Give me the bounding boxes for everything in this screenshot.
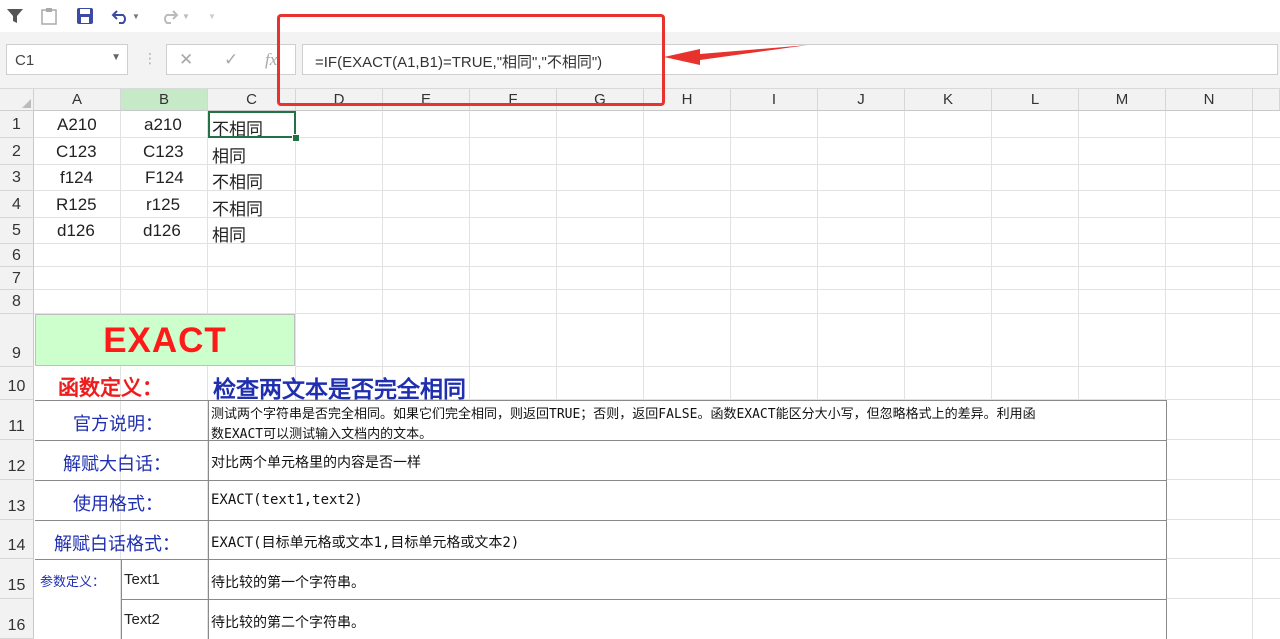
annotation-arrow-icon (664, 45, 808, 65)
save-icon[interactable] (74, 5, 96, 27)
cell-a4[interactable]: R125 (56, 195, 97, 215)
cell-a3[interactable]: f124 (60, 168, 93, 188)
row-header-1[interactable]: 1 (0, 111, 34, 138)
row-header-11[interactable]: 11 (0, 400, 34, 440)
row-header-7[interactable]: 7 (0, 267, 34, 290)
column-header-i[interactable]: I (731, 89, 818, 111)
insert-function-icon[interactable]: fx (265, 50, 277, 70)
plain-format-label: 解赋白话格式： (54, 534, 180, 555)
official-label: 官方说明： (73, 414, 163, 435)
plain-format-value: EXACT(目标单元格或文本1,目标单元格或文本2) (211, 535, 520, 551)
row-header-10[interactable]: 10 (0, 367, 34, 400)
usage-label: 使用格式： (73, 494, 163, 515)
column-header-b[interactable]: B (121, 89, 208, 111)
row-header-8[interactable]: 8 (0, 290, 34, 314)
cell-a2[interactable]: C123 (56, 142, 97, 162)
filter-icon[interactable] (4, 5, 26, 27)
active-cell-border (208, 111, 296, 138)
param2-name: Text2 (124, 611, 160, 628)
customize-toolbar-icon[interactable]: ▼ (206, 5, 218, 27)
column-header-n[interactable]: N (1166, 89, 1253, 111)
column-header-partial[interactable] (1253, 89, 1280, 111)
param1-name: Text1 (124, 571, 160, 588)
plain-label: 解赋大白话： (63, 454, 171, 475)
cell-c5[interactable]: 相同 (212, 221, 246, 246)
row-header-14[interactable]: 14 (0, 520, 34, 559)
column-header-a[interactable]: A (34, 89, 121, 111)
cell-b2[interactable]: C123 (143, 142, 184, 162)
column-header-k[interactable]: K (905, 89, 992, 111)
definition-label: 函数定义： (58, 376, 163, 400)
row-header-4[interactable]: 4 (0, 191, 34, 218)
column-header-j[interactable]: J (818, 89, 905, 111)
usage-value: EXACT(text1,text2) (211, 492, 363, 508)
param1-desc: 待比较的第一个字符串。 (211, 575, 365, 591)
exact-banner-text: EXACT (103, 321, 227, 360)
row-header-2[interactable]: 2 (0, 138, 34, 165)
select-all-corner[interactable] (0, 89, 34, 111)
chevron-down-icon[interactable]: ▼ (111, 52, 121, 63)
paste-icon[interactable] (38, 5, 60, 27)
row-header-6[interactable]: 6 (0, 244, 34, 267)
redo-icon[interactable] (158, 5, 180, 27)
definition-value: 检查两文本是否完全相同 (213, 377, 466, 403)
more-icon[interactable]: ⋮ (143, 50, 157, 67)
confirm-icon[interactable]: ✓ (224, 50, 238, 70)
row-header-15[interactable]: 15 (0, 559, 34, 599)
cell-b3[interactable]: F124 (145, 168, 184, 188)
official-line-2: 数EXACT可以测试输入文档内的文本。 (211, 427, 433, 442)
plain-value: 对比两个单元格里的内容是否一样 (211, 455, 421, 471)
column-header-m[interactable]: M (1079, 89, 1166, 111)
row-header-16[interactable]: 16 (0, 599, 34, 639)
name-box-value: C1 (15, 52, 35, 69)
cell-a1[interactable]: A210 (57, 115, 97, 135)
row-header-9[interactable]: 9 (0, 314, 34, 367)
undo-icon[interactable] (110, 5, 132, 27)
row-header-5[interactable]: 5 (0, 218, 34, 244)
cell-b4[interactable]: r125 (146, 195, 180, 215)
cell-c3[interactable]: 不相同 (212, 168, 263, 193)
cell-b5[interactable]: d126 (143, 221, 181, 241)
row-header-13[interactable]: 13 (0, 480, 34, 520)
dropdown-icon[interactable]: ▼ (130, 5, 142, 27)
cell-c4[interactable]: 不相同 (212, 195, 263, 220)
cell-c2[interactable]: 相同 (212, 142, 246, 167)
name-box[interactable]: C1 ▼ (6, 44, 128, 75)
dropdown-icon[interactable]: ▼ (180, 5, 192, 27)
annotation-highlight-box (277, 14, 665, 106)
row-header-12[interactable]: 12 (0, 440, 34, 480)
fill-handle[interactable] (292, 134, 300, 142)
param2-desc: 待比较的第二个字符串。 (211, 615, 365, 631)
official-line-1: 测试两个字符串是否完全相同。如果它们完全相同，则返回TRUE；否则，返回FALS… (211, 407, 1036, 422)
param-label: 参数定义： (40, 575, 106, 590)
cell-b1[interactable]: a210 (144, 115, 182, 135)
exact-banner: EXACT (35, 314, 295, 366)
cell-a5[interactable]: d126 (57, 221, 95, 241)
row-header-3[interactable]: 3 (0, 165, 34, 191)
column-header-l[interactable]: L (992, 89, 1079, 111)
cancel-icon[interactable]: ✕ (179, 50, 193, 70)
